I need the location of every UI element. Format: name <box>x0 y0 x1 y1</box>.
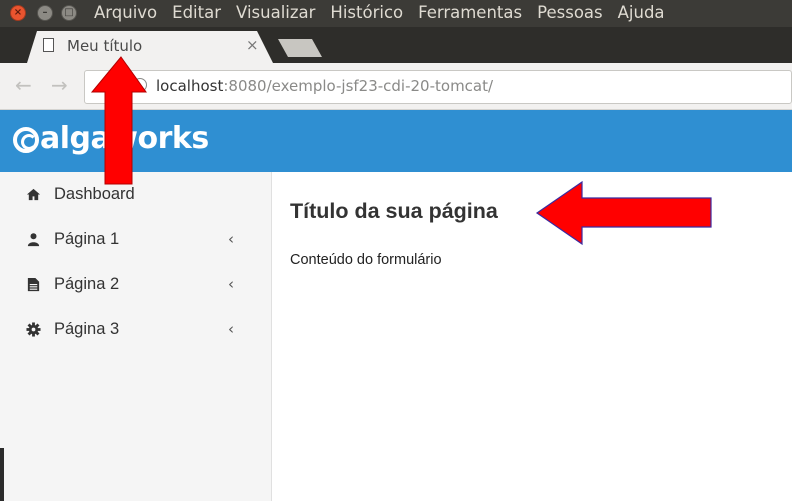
annotation-arrow-up <box>90 56 147 185</box>
annotation-layer <box>90 56 712 246</box>
annotation-arrow-left <box>535 180 712 246</box>
